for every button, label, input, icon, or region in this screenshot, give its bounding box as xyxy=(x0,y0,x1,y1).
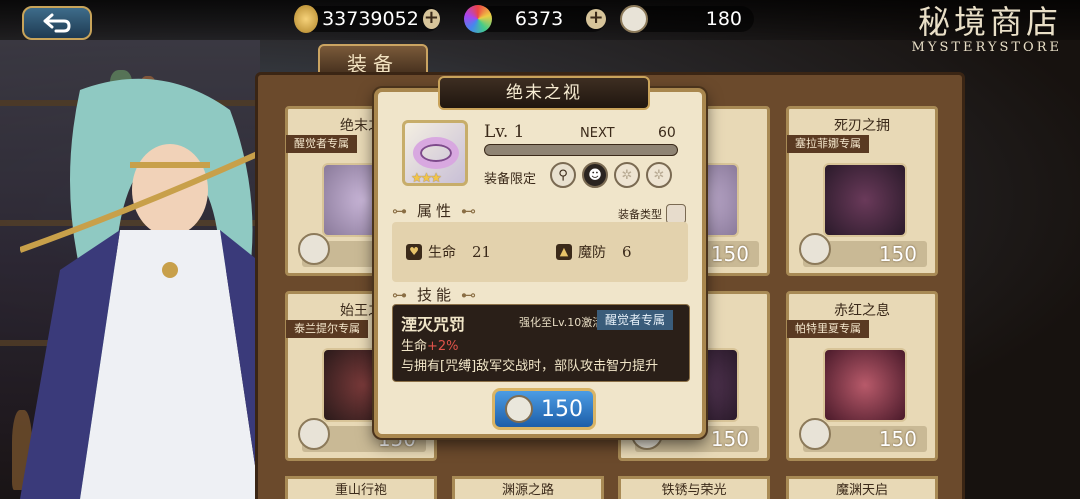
attr-hp: ♥ 生命 21 xyxy=(406,242,491,262)
skill-effect-line1: 生命+2% xyxy=(401,339,459,354)
ticket-icon xyxy=(799,418,831,450)
hat-icon: ▲ xyxy=(556,244,572,260)
modal-title: 绝末之视 xyxy=(438,76,650,110)
equip-type: 装备类型 xyxy=(618,204,686,224)
gold-value: 33739052 xyxy=(322,8,419,30)
crystal-counter: 6373 + xyxy=(464,5,606,33)
attr-value: 21 xyxy=(472,243,492,261)
buy-price: 150 xyxy=(541,396,583,422)
shop-card[interactable]: 死刃之拥 塞拉菲娜专属 150 xyxy=(786,106,938,276)
class-locked-icon: ✲ xyxy=(646,162,672,188)
rarity-stars: ★★★ xyxy=(411,171,442,186)
next-label: NEXT xyxy=(580,126,615,141)
skill-section-title: 技能 xyxy=(417,286,456,304)
card-price: 150 xyxy=(799,233,927,267)
skill-name: 湮灭咒罚 xyxy=(401,315,466,334)
skill-effect-line2: 与拥有[咒缚]敌军交战时，部队攻击智力提升 xyxy=(401,359,659,374)
card-item-image xyxy=(823,163,907,237)
class-locked-icon: ✲ xyxy=(614,162,640,188)
store-title-en: MYSTERYSTORE xyxy=(911,40,1062,55)
store-title-cn: 秘境商店 xyxy=(917,3,1062,41)
card-name: 赤红之息 xyxy=(834,303,890,319)
crystal-value: 6373 xyxy=(514,8,564,30)
item-level: Lv. 1 xyxy=(484,122,525,142)
card-item-image xyxy=(823,348,907,422)
card-price: 150 xyxy=(799,418,927,452)
ticket-icon xyxy=(298,233,330,265)
shop-card-partial[interactable]: 渊源之路 xyxy=(452,476,604,499)
back-button[interactable] xyxy=(22,6,92,40)
store-title: 秘境商店 MYSTERYSTORE xyxy=(912,4,1062,55)
attr-name: 魔防 xyxy=(578,245,606,261)
ring-icon xyxy=(413,137,459,169)
attr-mdef: ▲ 魔防 6 xyxy=(556,242,632,262)
skill-badge: 醒觉者专属 xyxy=(597,310,674,330)
restrict-label: 装备限定 xyxy=(484,172,537,187)
ticket-counter: 180 xyxy=(620,5,754,33)
attr-value: 6 xyxy=(622,243,632,261)
heart-icon: ♥ xyxy=(406,244,422,260)
card-name: 死刃之拥 xyxy=(834,118,890,134)
shop-card[interactable]: 赤红之息 帕特里夏专属 150 xyxy=(786,291,938,461)
class-cat-icon: ☻ xyxy=(582,162,608,188)
attributes-box: ♥ 生命 21 ▲ 魔防 6 xyxy=(392,222,688,282)
skill-box[interactable]: 湮灭咒罚 强化至Lv.10激活 醒觉者专属 生命+2% 与拥有[咒缚]敌军交战时… xyxy=(392,304,690,382)
skill-requirement: 强化至Lv.10激活 xyxy=(519,316,604,329)
top-bar: 33739052 + 6373 + 180 秘境商店 MYSTERYSTORE xyxy=(0,0,1080,55)
ticket-icon xyxy=(505,395,533,423)
gold-counter: 33739052 + xyxy=(294,5,440,33)
accessory-type-icon xyxy=(666,204,686,224)
attr-section-title: 属性 xyxy=(417,202,456,220)
item-detail-modal: 绝末之视 ★★★ Lv. 1 NEXT 60 装备限定 ⚲ ☻ ✲ ✲ ⊶ 属性 ⊷… xyxy=(374,76,706,438)
back-arrow-icon xyxy=(43,13,71,33)
crystal-icon xyxy=(464,5,492,33)
next-value: 60 xyxy=(658,125,676,141)
card-tag: 塞拉菲娜专属 xyxy=(787,135,869,153)
buy-button[interactable]: 150 xyxy=(492,388,596,430)
card-tag: 醒觉者专属 xyxy=(286,135,357,153)
class-magnifier-icon: ⚲ xyxy=(550,162,576,188)
gold-add-button[interactable]: + xyxy=(422,9,440,29)
crystal-add-button[interactable]: + xyxy=(585,9,606,29)
ticket-icon xyxy=(620,5,648,33)
equip-type-label: 装备类型 xyxy=(618,208,662,221)
item-icon: ★★★ xyxy=(402,120,468,186)
gold-coin-icon xyxy=(294,5,319,33)
skill-section-header: ⊶ 技能 ⊷ xyxy=(392,285,481,305)
shop-card-partial[interactable]: 魔渊天启 xyxy=(786,476,938,499)
card-tag: 泰兰提尔专属 xyxy=(286,320,368,338)
ticket-value: 180 xyxy=(705,8,742,30)
xp-bar xyxy=(484,144,678,156)
ticket-icon xyxy=(298,418,330,450)
ticket-icon xyxy=(799,233,831,265)
shop-card-partial[interactable]: 重山行袍 xyxy=(285,476,437,499)
card-tag: 帕特里夏专属 xyxy=(787,320,869,338)
attr-name: 生命 xyxy=(428,245,456,261)
shop-card-partial[interactable]: 铁锈与荣光 xyxy=(618,476,770,499)
